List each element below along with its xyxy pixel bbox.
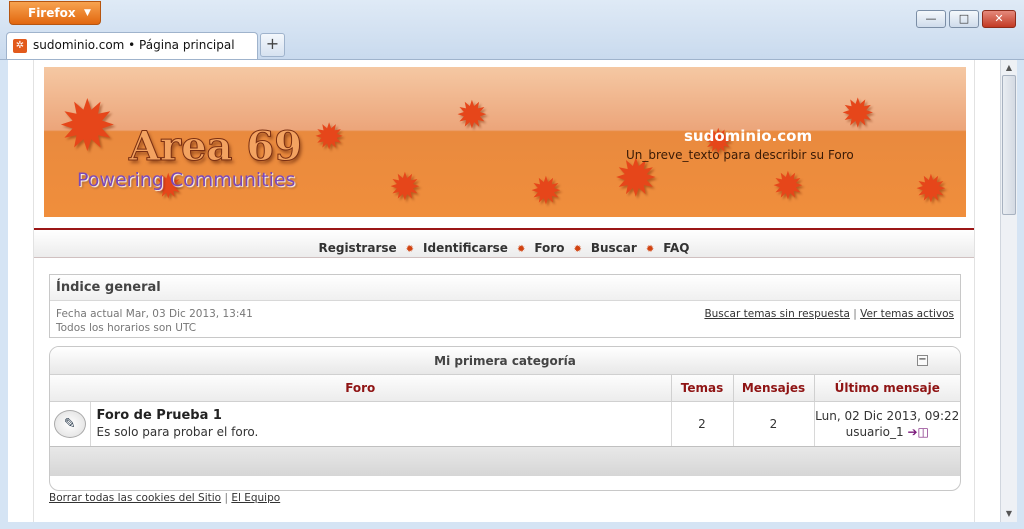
scroll-up-icon[interactable]: ▲	[1001, 60, 1017, 76]
forum-icon-cell: ✎	[50, 401, 91, 446]
favicon-icon: ✲	[13, 39, 27, 53]
maple-leaf-icon: ✹	[915, 167, 947, 211]
maple-leaf-icon: ✹	[841, 91, 875, 137]
active-topics-link[interactable]: Ver temas activos	[860, 308, 954, 320]
nav-faq-link[interactable]: FAQ	[663, 241, 689, 255]
nav-separator-icon: ✹	[573, 244, 582, 255]
site-logo-subtitle: Powering Communities	[77, 169, 296, 191]
team-link[interactable]: El Equipo	[231, 492, 280, 504]
forum-name-link[interactable]: Foro de Prueba 1	[97, 408, 671, 423]
forum-table: Foro Temas Mensajes Último mensaje ✎ For…	[50, 375, 960, 446]
last-post-user-link[interactable]: usuario_1	[846, 425, 904, 439]
maple-leaf-icon: ✹	[389, 165, 421, 209]
column-posts: Mensajes	[733, 375, 815, 402]
new-tab-button[interactable]: +	[260, 33, 285, 57]
last-post-author-line: usuario_1 ➔◫	[815, 424, 961, 440]
maple-leaf-icon: ✹	[456, 93, 488, 137]
unanswered-topics-link[interactable]: Buscar temas sin respuesta	[704, 308, 849, 320]
browser-tab[interactable]: ✲ sudominio.com • Página principal	[6, 32, 258, 59]
timezone-note: Todos los horarios son UTC	[56, 322, 197, 334]
nav-separator-icon: ✹	[516, 244, 526, 255]
dropdown-arrow-icon: ▼	[84, 8, 91, 18]
scroll-down-icon[interactable]: ▼	[1001, 506, 1017, 522]
view-latest-post-icon[interactable]: ➔◫	[907, 425, 928, 439]
category-box: Mi primera categoría − Foro Temas Mensaj…	[49, 346, 961, 491]
firefox-menu-label: Firefox	[28, 6, 76, 20]
browser-chrome: Firefox ▼ — □ ✕ ✲ sudominio.com • Página…	[0, 0, 1024, 60]
maple-leaf-icon: ✹	[772, 164, 804, 208]
forum-read-icon: ✎	[53, 409, 86, 438]
window-close-button[interactable]: ✕	[982, 10, 1016, 28]
forum-info-cell: Foro de Prueba 1 Es solo para probar el …	[90, 401, 672, 446]
forum-row: ✎ Foro de Prueba 1 Es solo para probar e…	[50, 401, 960, 446]
window-minimize-button[interactable]: —	[916, 10, 946, 28]
category-footer	[50, 446, 960, 476]
maple-leaf-icon: ✹	[530, 169, 562, 213]
site-banner[interactable]: ✹ ✹ ✹ ✹ ✹ ✹ ✹ ✹ ✹ ✹ ✹ Area 69 Powering C…	[44, 67, 966, 217]
nav-separator-icon: ✹	[645, 244, 655, 255]
nav-register-link[interactable]: Registrarse	[318, 241, 396, 255]
last-post-date: Lun, 02 Dic 2013, 09:22	[815, 408, 960, 423]
footer-separator: |	[224, 492, 228, 504]
column-forum: Foro	[50, 375, 672, 402]
forum-description: Es solo para probar el foro.	[96, 425, 259, 440]
tab-title: sudominio.com • Página principal	[33, 38, 235, 52]
site-name: sudominio.com	[684, 127, 813, 145]
window-maximize-button[interactable]: □	[949, 10, 979, 28]
firefox-menu-button[interactable]: Firefox ▼	[9, 1, 101, 25]
index-title[interactable]: Índice general	[50, 275, 960, 301]
site-logo-title: Area 69	[128, 123, 303, 171]
page-footer: Borrar todas las cookies del Sitio | El …	[49, 492, 280, 504]
window-border	[1017, 60, 1024, 529]
column-topics: Temas	[671, 375, 734, 402]
column-last-post: Último mensaje	[814, 375, 960, 402]
index-info: Fecha actual Mar, 03 Dic 2013, 13:41 Tod…	[50, 301, 960, 341]
forum-posts-count: 2	[733, 401, 815, 446]
main-navbar: Registrarse ✹ Identificarse ✹ Foro ✹ Buscar ✹ FA…	[34, 228, 974, 258]
maple-leaf-icon: ✹	[314, 117, 345, 158]
delete-cookies-link[interactable]: Borrar todas las cookies del Sitio	[49, 492, 221, 504]
forum-page: ✹ ✹ ✹ ✹ ✹ ✹ ✹ ✹ ✹ ✹ ✹ Area 69 Powering C…	[33, 60, 975, 522]
link-separator: |	[853, 308, 857, 320]
collapse-icon[interactable]: −	[917, 355, 928, 366]
forum-topics-count: 2	[671, 401, 734, 446]
category-title[interactable]: Mi primera categoría	[434, 354, 576, 368]
forum-last-post-cell: Lun, 02 Dic 2013, 09:22 usuario_1 ➔◫	[814, 401, 960, 446]
index-links: Buscar temas sin respuesta | Ver temas a…	[704, 307, 954, 321]
vertical-scrollbar[interactable]: ▲ ▼	[1000, 60, 1017, 522]
forum-table-header: Foro Temas Mensajes Último mensaje	[50, 375, 960, 402]
index-box: Índice general Fecha actual Mar, 03 Dic …	[49, 274, 961, 338]
maple-leaf-icon: ✹	[58, 85, 117, 167]
category-header: Mi primera categoría −	[50, 347, 960, 375]
nav-separator-icon: ✹	[405, 244, 415, 255]
nav-forum-link[interactable]: Foro	[534, 241, 564, 255]
nav-search-link[interactable]: Buscar	[591, 241, 637, 255]
scrollbar-thumb[interactable]	[1002, 75, 1016, 215]
page-viewport: ✹ ✹ ✹ ✹ ✹ ✹ ✹ ✹ ✹ ✹ ✹ Area 69 Powering C…	[8, 60, 1000, 522]
site-description: Un_breve_texto para describir su Foro	[626, 148, 854, 162]
nav-login-link[interactable]: Identificarse	[423, 241, 508, 255]
